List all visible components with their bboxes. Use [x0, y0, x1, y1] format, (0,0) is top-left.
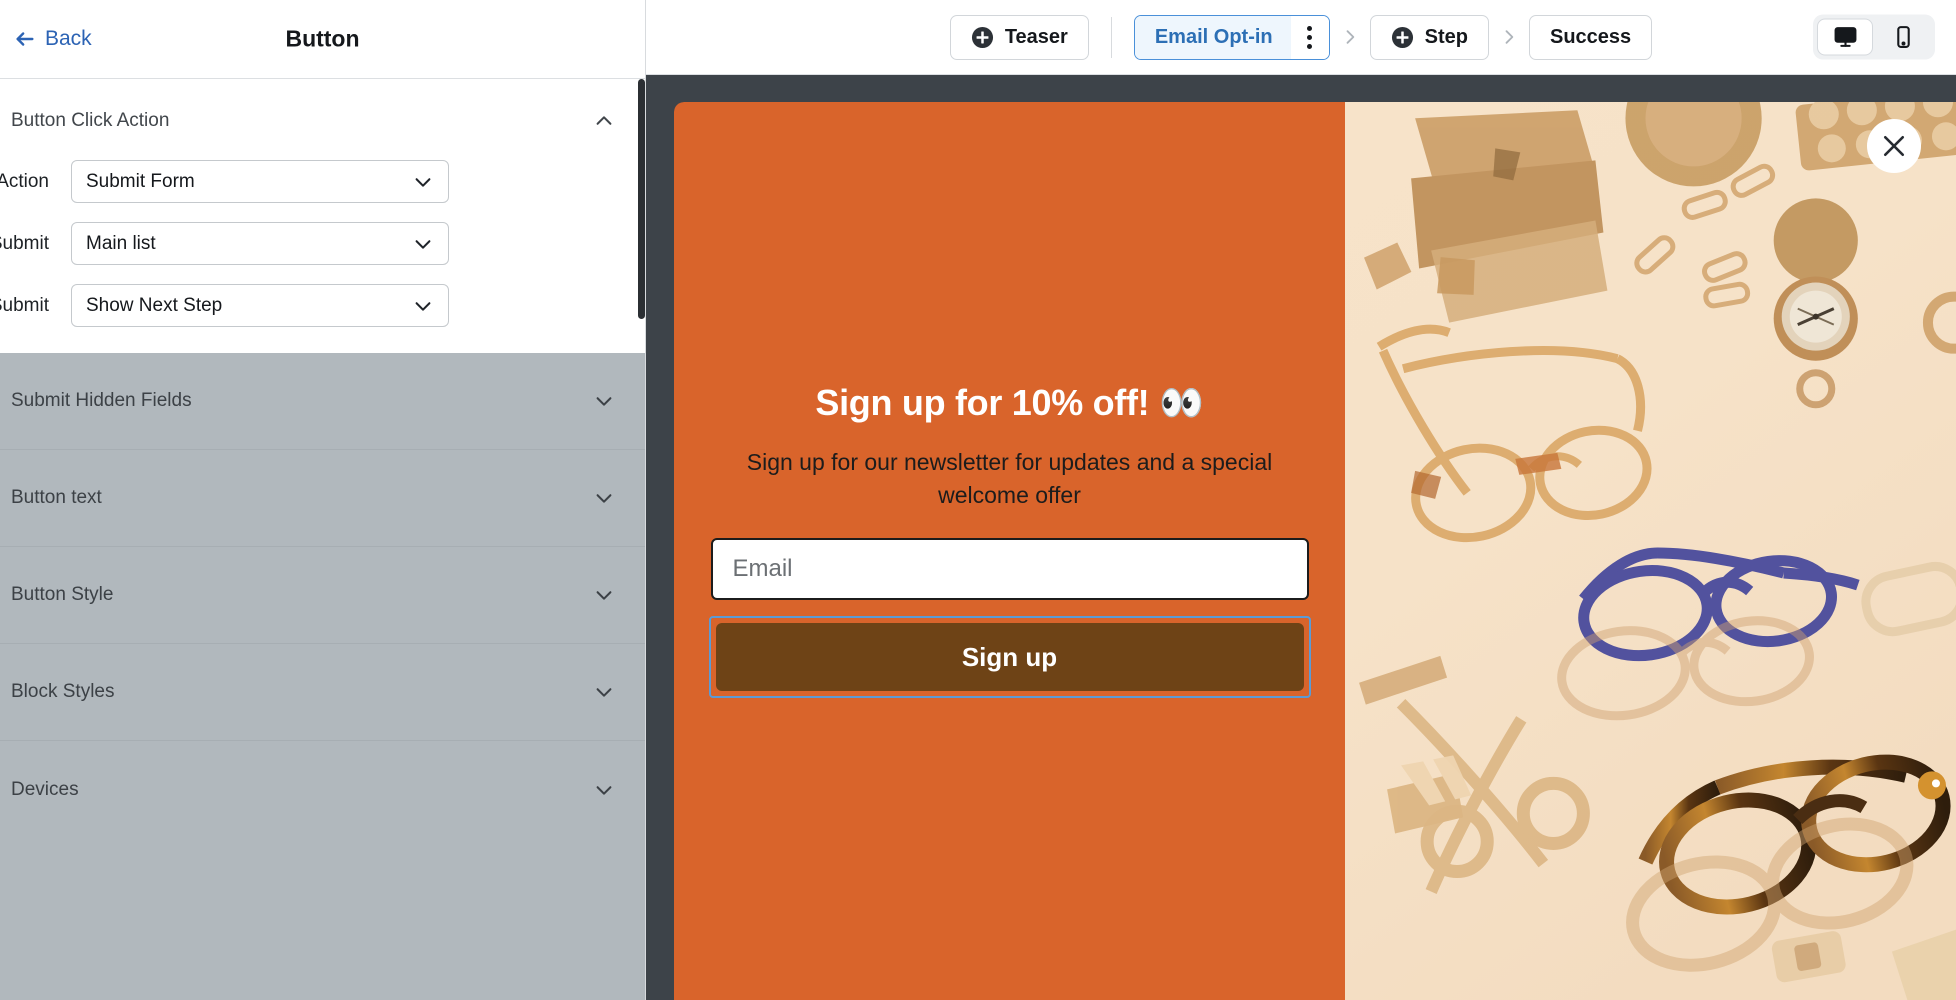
signup-submit-button[interactable]: Sign up: [715, 623, 1304, 691]
preview-canvas: Sign up for 10% off! 👀 Sign up for our n…: [646, 75, 1956, 1000]
popup-image-panel: [1345, 102, 1956, 1000]
editor-toolbar: Teaser Email Opt-in Step Success: [646, 0, 1956, 75]
step-tab-success[interactable]: Success: [1528, 14, 1653, 60]
popup-headline: Sign up for 10% off! 👀: [815, 382, 1204, 423]
sidebar-scrollbar-thumb[interactable]: [638, 79, 645, 319]
chevron-down-icon: [412, 295, 434, 317]
action-select-value: Submit Form: [86, 170, 195, 192]
selected-block-outline: Sign up: [708, 616, 1311, 698]
section-button-style[interactable]: Button Style: [0, 547, 645, 644]
step-tab-label: Email Opt-in: [1134, 15, 1291, 59]
back-label: Back: [45, 27, 92, 50]
section-title: Button Click Action: [11, 110, 170, 131]
mobile-preview-button[interactable]: [1875, 19, 1931, 56]
chevron-down-icon: [412, 171, 434, 193]
add-step-button[interactable]: Step: [1369, 14, 1489, 60]
popup-subheadline: Sign up for our newsletter for updates a…: [746, 449, 1273, 508]
toolbar-divider: [1110, 16, 1112, 58]
desktop-preview-button[interactable]: [1817, 18, 1873, 56]
back-arrow-icon: [14, 28, 36, 50]
field-label-after-submit: After Submit: [0, 294, 49, 316]
after-submit-select-value: Show Next Step: [86, 294, 223, 316]
add-step-label: Step: [1424, 25, 1468, 48]
add-teaser-button[interactable]: Teaser: [949, 14, 1089, 60]
chevron-down-icon: [593, 779, 615, 801]
step-navigation: Teaser Email Opt-in Step Success: [646, 14, 1956, 60]
section-label: Submit Hidden Fields: [11, 390, 192, 411]
settings-sidebar: Back Button Button Click Action Action S…: [0, 0, 646, 1000]
section-label: Button Style: [11, 584, 114, 605]
mobile-phone-icon: [1891, 25, 1916, 50]
section-devices[interactable]: Devices: [0, 741, 645, 838]
popup-preview: Sign up for 10% off! 👀 Sign up for our n…: [674, 102, 1956, 1000]
popup-content-panel: Sign up for 10% off! 👀 Sign up for our n…: [674, 102, 1345, 1000]
success-step-label: Success: [1549, 25, 1632, 48]
chevron-down-icon: [593, 390, 615, 412]
section-label: Block Styles: [11, 681, 115, 702]
popup-close-button[interactable]: [1867, 119, 1921, 173]
plus-circle-icon: [1391, 26, 1414, 49]
chevron-right-icon: [1340, 27, 1360, 47]
email-input[interactable]: Email: [710, 538, 1309, 600]
list-to-submit-select-value: Main list: [86, 232, 156, 254]
field-row-list-to-submit: List to Submit Main list: [0, 222, 645, 265]
section-header-button-click-action[interactable]: Button Click Action: [0, 101, 645, 141]
step-options-kebab-icon[interactable]: [1290, 15, 1329, 59]
section-label: Button text: [11, 487, 102, 508]
plus-circle-icon: [971, 26, 994, 49]
section-block-styles[interactable]: Block Styles: [0, 644, 645, 741]
sidebar-header: Back Button: [0, 0, 645, 79]
chevron-right-icon: [1499, 27, 1519, 47]
field-row-action: Action Submit Form: [0, 160, 645, 203]
email-input-placeholder: Email: [732, 555, 793, 582]
field-row-after-submit: After Submit Show Next Step: [0, 284, 645, 327]
chevron-up-icon: [593, 110, 615, 132]
eyeglasses-photo: [1345, 102, 1956, 1000]
step-tab-email-optin[interactable]: Email Opt-in: [1133, 14, 1330, 60]
section-submit-hidden-fields[interactable]: Submit Hidden Fields: [0, 353, 645, 450]
collapsed-sections-list: Submit Hidden Fields Button text Button …: [0, 353, 645, 1000]
section-button-text[interactable]: Button text: [0, 450, 645, 547]
device-preview-toggle: [1813, 14, 1935, 60]
add-teaser-label: Teaser: [1004, 25, 1068, 48]
chevron-down-icon: [593, 487, 615, 509]
section-label: Devices: [11, 778, 79, 800]
button-click-action-section: Button Click Action Action Submit Form u…: [0, 79, 645, 353]
sidebar-scrollbar[interactable]: [638, 79, 645, 1000]
close-x-icon: [1879, 131, 1909, 161]
chevron-down-icon: [412, 233, 434, 255]
editor-pane: Teaser Email Opt-in Step Success Sign up…: [646, 0, 1956, 1000]
list-to-submit-select[interactable]: Main list: [71, 222, 449, 265]
after-submit-select[interactable]: Show Next Step: [71, 284, 449, 327]
back-button[interactable]: Back: [8, 23, 98, 55]
desktop-monitor-icon: [1833, 25, 1858, 50]
field-label-list-to-submit: List to Submit: [0, 232, 49, 254]
app-root: Back Button Button Click Action Action S…: [0, 0, 1956, 1000]
chevron-down-icon: [593, 584, 615, 606]
field-label-action: Action: [0, 170, 49, 192]
action-select[interactable]: Submit Form: [71, 160, 449, 203]
chevron-down-icon: [593, 681, 615, 703]
